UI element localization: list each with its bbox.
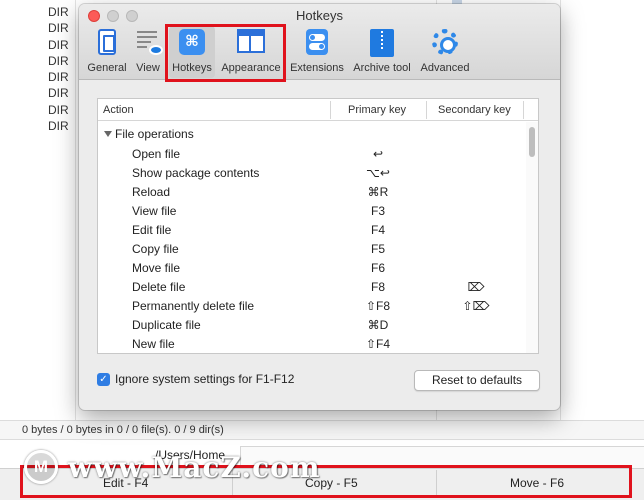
table-row[interactable]: Show package contents ⌥↩ bbox=[98, 164, 528, 183]
dir-label: DIR bbox=[48, 21, 69, 36]
column-divider bbox=[426, 101, 427, 119]
toolbar: Hotkeys General View ⌘ Hotkeys Appearanc… bbox=[79, 4, 560, 82]
primary-key[interactable]: F8 bbox=[330, 280, 426, 294]
secondary-key[interactable]: ⇧⌦ bbox=[426, 299, 526, 313]
status-bar: 0 bytes / 0 bytes in 0 / 0 file(s). 0 / … bbox=[0, 420, 644, 440]
scrollbar-thumb[interactable] bbox=[529, 127, 535, 157]
tab-label: Advanced bbox=[420, 62, 470, 74]
action-name: New file bbox=[132, 337, 175, 351]
table-header: Action Primary key Secondary key bbox=[98, 99, 538, 121]
view-icon bbox=[137, 29, 163, 55]
column-header-action[interactable]: Action bbox=[103, 104, 134, 116]
reset-to-defaults-button[interactable]: Reset to defaults bbox=[414, 370, 540, 391]
tab-advanced[interactable]: Advanced bbox=[418, 26, 472, 78]
dir-label: DIR bbox=[48, 119, 69, 134]
watermark-text: www.MacZ.com bbox=[68, 450, 321, 484]
tab-general[interactable]: General bbox=[86, 26, 128, 78]
dir-label: DIR bbox=[48, 53, 69, 68]
extensions-icon bbox=[306, 29, 328, 55]
tab-extensions[interactable]: Extensions bbox=[288, 26, 346, 78]
dir-label: DIR bbox=[48, 102, 69, 117]
ignore-system-label[interactable]: Ignore system settings for F1-F12 bbox=[115, 372, 294, 386]
column-divider bbox=[330, 101, 331, 119]
action-name: View file bbox=[132, 204, 177, 218]
table-row[interactable]: Duplicate file ⌘D bbox=[98, 316, 528, 335]
primary-key[interactable]: ⌥↩ bbox=[330, 166, 426, 180]
hotkeys-table: Action Primary key Secondary key File op… bbox=[97, 98, 539, 354]
tab-label: View bbox=[136, 62, 160, 74]
table-row[interactable]: New file ⇧F4 bbox=[98, 335, 528, 353]
dialog-title: Hotkeys bbox=[296, 8, 343, 23]
table-row[interactable]: View file F3 bbox=[98, 202, 528, 221]
table-row[interactable]: Reload ⌘R bbox=[98, 183, 528, 202]
tab-archive-tool[interactable]: Archive tool bbox=[350, 26, 414, 78]
status-text: 0 bytes / 0 bytes in 0 / 0 file(s). 0 / … bbox=[22, 424, 224, 436]
table-row[interactable]: Open file ↩ bbox=[98, 145, 528, 164]
primary-key[interactable]: F5 bbox=[330, 242, 426, 256]
hotkeys-dialog: Hotkeys General View ⌘ Hotkeys Appearanc… bbox=[79, 4, 560, 410]
action-name: Open file bbox=[132, 147, 181, 161]
table-row[interactable]: Edit file F4 bbox=[98, 221, 528, 240]
watermark-logo: M bbox=[24, 450, 58, 484]
table-row[interactable]: Permanently delete file ⇧F8 ⇧⌦ bbox=[98, 297, 528, 316]
primary-key[interactable]: ⇧F8 bbox=[330, 299, 426, 313]
column-divider bbox=[75, 0, 76, 440]
tab-label: General bbox=[87, 62, 127, 74]
primary-key[interactable]: ⇧F4 bbox=[330, 337, 426, 351]
archive-tool-icon bbox=[370, 29, 394, 57]
dir-label: DIR bbox=[48, 37, 69, 52]
action-name: Delete file bbox=[132, 280, 186, 294]
dir-label: DIR bbox=[48, 86, 69, 101]
tab-view[interactable]: View bbox=[131, 26, 165, 78]
action-name: Move file bbox=[132, 261, 181, 275]
column-header-primary[interactable]: Primary key bbox=[348, 104, 406, 116]
action-name: Show package contents bbox=[132, 166, 260, 180]
primary-key[interactable]: ⌘D bbox=[330, 318, 426, 332]
general-icon bbox=[98, 29, 116, 55]
tab-label: Archive tool bbox=[353, 62, 411, 74]
advanced-icon bbox=[432, 29, 458, 55]
tab-label: Extensions bbox=[290, 62, 344, 74]
group-file-operations[interactable]: File operations bbox=[104, 127, 194, 141]
column-divider bbox=[560, 0, 561, 440]
group-label: File operations bbox=[115, 127, 194, 141]
table-row[interactable]: Copy file F5 bbox=[98, 240, 528, 259]
dir-label: DIR bbox=[48, 70, 69, 85]
watermark: M www.MacZ.com bbox=[24, 450, 320, 484]
primary-key[interactable]: F3 bbox=[330, 204, 426, 218]
action-name: Reload bbox=[132, 185, 171, 199]
ignore-system-checkbox[interactable]: ✓ bbox=[97, 373, 110, 386]
column-divider bbox=[523, 101, 524, 119]
table-row[interactable]: Delete file F8 ⌦ bbox=[98, 278, 528, 297]
table-row[interactable]: Move file F6 bbox=[98, 259, 528, 278]
secondary-key[interactable]: ⌦ bbox=[426, 280, 526, 294]
action-name: Edit file bbox=[132, 223, 172, 237]
primary-key[interactable]: ⌘R bbox=[330, 185, 426, 199]
primary-key[interactable]: F4 bbox=[330, 223, 426, 237]
column-header-secondary[interactable]: Secondary key bbox=[438, 104, 511, 116]
dir-list: DIR DIR DIR DIR DIR DIR DIR DIR bbox=[48, 4, 69, 134]
tab-highlight-box bbox=[165, 24, 286, 82]
primary-key[interactable]: ↩ bbox=[330, 147, 426, 161]
primary-key[interactable]: F6 bbox=[330, 261, 426, 275]
disclosure-triangle-icon[interactable] bbox=[104, 131, 112, 137]
dir-label: DIR bbox=[48, 5, 69, 19]
action-name: Copy file bbox=[132, 242, 179, 256]
action-name: Permanently delete file bbox=[132, 299, 255, 313]
action-name: Duplicate file bbox=[132, 318, 201, 332]
